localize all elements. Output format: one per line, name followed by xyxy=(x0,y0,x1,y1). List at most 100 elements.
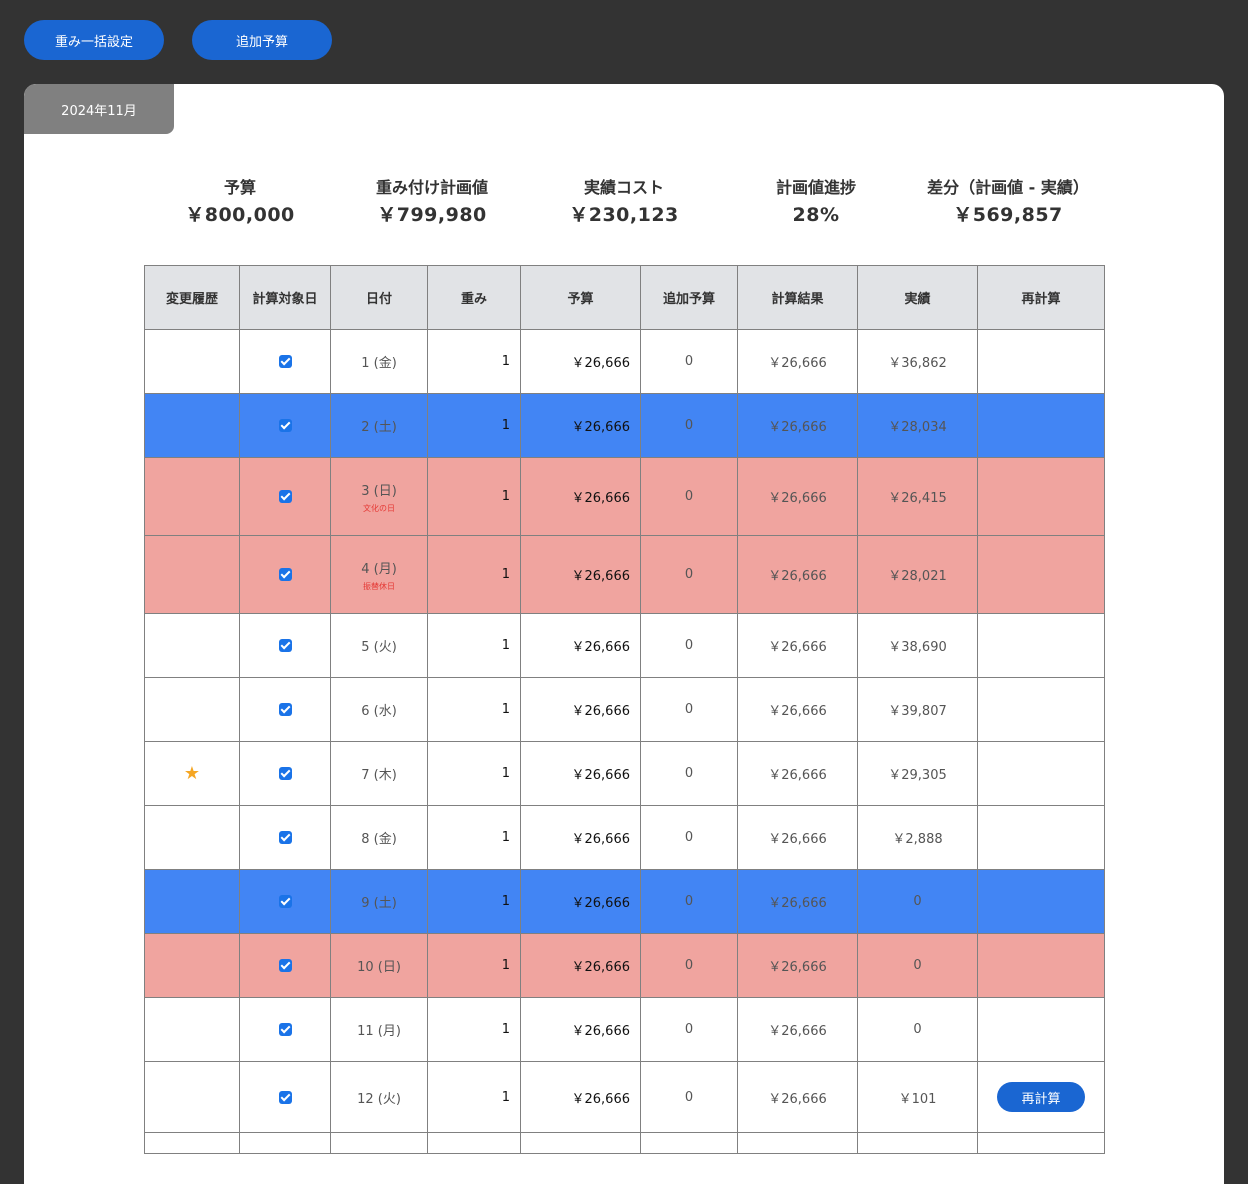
actual-cell: 0 xyxy=(857,869,978,934)
result-cell: ￥26,666 xyxy=(737,997,858,1062)
weight-cell[interactable]: 1 xyxy=(427,457,521,536)
result-cell: ￥26,666 xyxy=(737,457,858,536)
budget-cell: ￥26,666 xyxy=(520,805,641,870)
result-cell: ￥26,666 xyxy=(737,393,858,458)
result-cell xyxy=(737,1132,858,1154)
date-cell: 9 (土) xyxy=(330,869,428,934)
weight-cell[interactable]: 1 xyxy=(427,869,521,934)
date-cell: 12 (火) xyxy=(330,1061,428,1133)
actual-cell: ￥28,021 xyxy=(857,535,978,614)
budget-cell: ￥26,666 xyxy=(520,1061,641,1133)
recalc-cell xyxy=(977,457,1105,536)
additional-budget-cell: 0 xyxy=(640,677,738,742)
actual-cell xyxy=(857,1132,978,1154)
recalc-button[interactable]: 再計算 xyxy=(997,1082,1085,1112)
target-day-cell xyxy=(239,393,331,458)
checkbox-checked-icon[interactable] xyxy=(278,1090,292,1104)
weight-cell[interactable]: 1 xyxy=(427,329,521,394)
date-label: 3 (日) xyxy=(361,483,397,499)
history-cell xyxy=(144,805,240,870)
weight-cell xyxy=(427,1132,521,1154)
col-header-weight: 重み xyxy=(427,265,521,330)
budget-cell: ￥26,666 xyxy=(520,613,641,678)
additional-budget-cell: 0 xyxy=(640,741,738,806)
recalc-cell xyxy=(977,1132,1105,1154)
recalc-cell xyxy=(977,869,1105,934)
history-cell xyxy=(144,535,240,614)
history-cell xyxy=(144,613,240,678)
weight-cell[interactable]: 1 xyxy=(427,535,521,614)
checkbox-checked-icon[interactable] xyxy=(278,419,292,432)
budget-cell xyxy=(520,1132,641,1154)
additional-budget-cell: 0 xyxy=(640,869,738,934)
history-cell xyxy=(144,393,240,458)
table-row: ★ 7 (木) 1 ￥26,666 0 ￥26,666 ￥29,305 xyxy=(144,741,1105,806)
additional-budget-cell: 0 xyxy=(640,457,738,536)
col-header-target-day: 計算対象日 xyxy=(239,265,331,330)
weight-cell[interactable]: 1 xyxy=(427,997,521,1062)
summary-label: 実績コスト xyxy=(583,178,664,197)
month-tab[interactable]: 2024年11月 xyxy=(24,84,174,134)
recalc-cell xyxy=(977,613,1105,678)
table-row xyxy=(144,1132,1105,1154)
date-cell xyxy=(330,1132,428,1154)
recalc-cell xyxy=(977,997,1105,1062)
additional-budget-cell: 0 xyxy=(640,535,738,614)
checkbox-checked-icon[interactable] xyxy=(278,490,292,503)
table-row: 9 (土) 1 ￥26,666 0 ￥26,666 0 xyxy=(144,869,1105,934)
weight-cell[interactable]: 1 xyxy=(427,741,521,806)
weight-cell[interactable]: 1 xyxy=(427,1061,521,1133)
budget-cell: ￥26,666 xyxy=(520,869,641,934)
date-cell: 11 (月) xyxy=(330,997,428,1062)
summary-weighted-plan: 重み付け計画値 ￥799,980 xyxy=(336,176,528,230)
summary-value: ￥569,857 xyxy=(953,204,1063,226)
checkbox-checked-icon[interactable] xyxy=(278,959,292,972)
history-cell: ★ xyxy=(144,741,240,806)
summary-label: 重み付け計画値 xyxy=(375,178,488,197)
table-row: 10 (日) 1 ￥26,666 0 ￥26,666 0 xyxy=(144,933,1105,998)
actual-cell: ￥38,690 xyxy=(857,613,978,678)
budget-cell: ￥26,666 xyxy=(520,933,641,998)
summary-label: 計画値進捗 xyxy=(775,178,856,197)
summary-value: 28% xyxy=(792,204,840,226)
weight-cell[interactable]: 1 xyxy=(427,805,521,870)
checkbox-checked-icon[interactable] xyxy=(278,639,292,652)
history-cell xyxy=(144,933,240,998)
result-cell: ￥26,666 xyxy=(737,613,858,678)
col-header-actual: 実績 xyxy=(857,265,978,330)
star-icon[interactable]: ★ xyxy=(184,763,200,784)
recalc-cell xyxy=(977,535,1105,614)
budget-cell: ￥26,666 xyxy=(520,741,641,806)
checkbox-checked-icon[interactable] xyxy=(278,1023,292,1036)
recalc-cell: 再計算 xyxy=(977,1061,1105,1133)
history-cell xyxy=(144,1132,240,1154)
checkbox-checked-icon[interactable] xyxy=(278,767,292,780)
checkbox-checked-icon[interactable] xyxy=(278,568,292,581)
bulk-weight-button[interactable]: 重み一括設定 xyxy=(24,20,164,60)
budget-cell: ￥26,666 xyxy=(520,393,641,458)
checkbox-checked-icon[interactable] xyxy=(278,831,292,844)
additional-budget-cell xyxy=(640,1132,738,1154)
result-cell: ￥26,666 xyxy=(737,1061,858,1133)
recalc-cell xyxy=(977,329,1105,394)
add-budget-button[interactable]: 追加予算 xyxy=(192,20,332,60)
weight-cell[interactable]: 1 xyxy=(427,933,521,998)
weight-cell[interactable]: 1 xyxy=(427,613,521,678)
additional-budget-cell: 0 xyxy=(640,933,738,998)
checkbox-checked-icon[interactable] xyxy=(278,895,292,908)
actual-cell: ￥26,415 xyxy=(857,457,978,536)
checkbox-checked-icon[interactable] xyxy=(278,355,292,368)
table-row: 2 (土) 1 ￥26,666 0 ￥26,666 ￥28,034 xyxy=(144,393,1105,458)
target-day-cell xyxy=(239,1061,331,1133)
date-cell: 10 (日) xyxy=(330,933,428,998)
table-row: 3 (日) 文化の日 1 ￥26,666 0 ￥26,666 ￥26,415 xyxy=(144,457,1105,536)
target-day-cell xyxy=(239,677,331,742)
checkbox-checked-icon[interactable] xyxy=(278,703,292,716)
additional-budget-cell: 0 xyxy=(640,393,738,458)
additional-budget-cell: 0 xyxy=(640,329,738,394)
weight-cell[interactable]: 1 xyxy=(427,393,521,458)
weight-cell[interactable]: 1 xyxy=(427,677,521,742)
daily-budget-table: 変更履歴 計算対象日 日付 重み 予算 追加予算 計算結果 実績 再計算 1 (… xyxy=(144,265,1105,1154)
actual-cell: ￥39,807 xyxy=(857,677,978,742)
result-cell: ￥26,666 xyxy=(737,805,858,870)
